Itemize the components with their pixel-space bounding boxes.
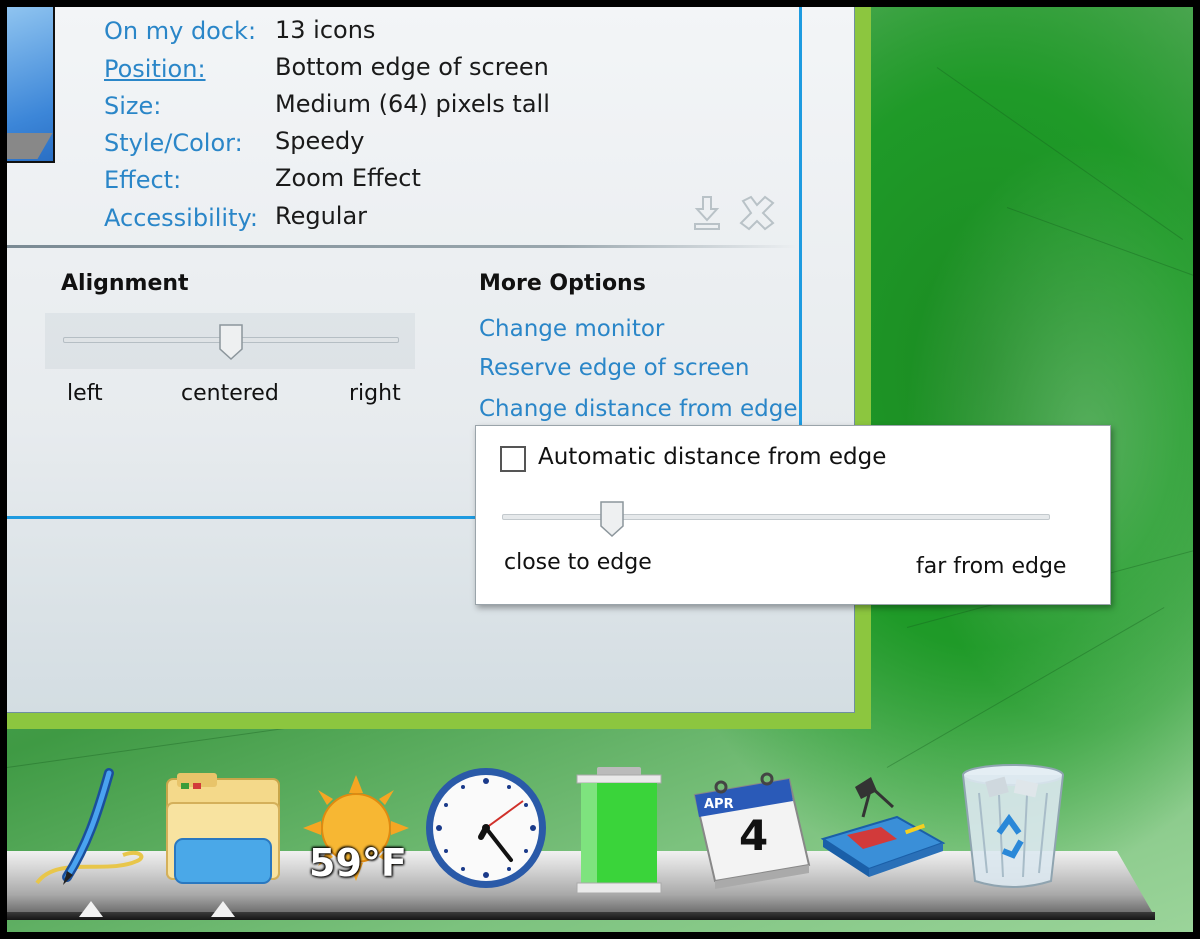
- close-to-edge-label: close to edge: [504, 550, 652, 575]
- close-icon: [739, 195, 775, 231]
- remove-button[interactable]: [737, 193, 777, 233]
- calendar-month: APR: [704, 797, 734, 812]
- position-link[interactable]: Position:: [104, 55, 206, 83]
- effect-value: Zoom Effect: [275, 164, 421, 192]
- more-options-title: More Options: [479, 271, 646, 296]
- leaf-vein: [936, 67, 1184, 240]
- style-color-label[interactable]: Style/Color:: [104, 129, 243, 157]
- calendar-day: 4: [739, 811, 769, 860]
- effect-label[interactable]: Effect:: [104, 166, 181, 194]
- settings-window-frame: On my dock: 13 icons Position: Bottom ed…: [7, 7, 871, 729]
- battery-icon[interactable]: [573, 767, 665, 895]
- running-indicator: [79, 901, 103, 917]
- alignment-right-label: right: [349, 381, 401, 406]
- download-button[interactable]: [691, 193, 723, 233]
- distance-slider-thumb[interactable]: [599, 500, 625, 538]
- on-my-dock-value: 13 icons: [275, 16, 376, 44]
- change-monitor-link[interactable]: Change monitor: [479, 316, 664, 342]
- desk-lamp-icon[interactable]: [819, 777, 947, 885]
- leaf-vein: [886, 607, 1165, 768]
- alignment-center-label: centered: [181, 381, 279, 406]
- settings-window: On my dock: 13 icons Position: Bottom ed…: [7, 7, 855, 713]
- accessibility-label[interactable]: Accessibility:: [104, 204, 258, 232]
- alignment-left-label: left: [67, 381, 103, 406]
- change-distance-link[interactable]: Change distance from edge: [479, 396, 797, 422]
- far-from-edge-label: far from edge: [916, 554, 1067, 579]
- leaf-vein: [1006, 207, 1193, 297]
- download-icon: [694, 196, 720, 230]
- folder-icon[interactable]: [163, 769, 285, 889]
- clock-icon[interactable]: [423, 765, 549, 891]
- style-color-value: Speedy: [275, 127, 365, 155]
- accessibility-value: Regular: [275, 202, 368, 230]
- section-divider: [7, 245, 797, 248]
- weather-temperature: 59°F: [309, 841, 407, 885]
- distance-popup: Automatic distance from edge close to ed…: [475, 425, 1111, 605]
- pen-icon[interactable]: [27, 765, 157, 895]
- alignment-title: Alignment: [61, 271, 189, 296]
- automatic-distance-checkbox[interactable]: [500, 446, 526, 472]
- position-value: Bottom edge of screen: [275, 53, 549, 81]
- automatic-distance-label[interactable]: Automatic distance from edge: [538, 444, 886, 470]
- size-value: Medium (64) pixels tall: [275, 90, 550, 118]
- desktop: On my dock: 13 icons Position: Bottom ed…: [0, 0, 1200, 939]
- alignment-slider[interactable]: [45, 313, 415, 369]
- recycle-bin-icon[interactable]: [959, 763, 1067, 893]
- reserve-edge-link[interactable]: Reserve edge of screen: [479, 355, 750, 381]
- alignment-slider-thumb[interactable]: [218, 323, 244, 361]
- preview-shape: [7, 133, 53, 159]
- dock-preview-thumbnail: [7, 7, 55, 163]
- distance-slider[interactable]: [502, 514, 1050, 520]
- on-my-dock-label: On my dock:: [104, 17, 257, 45]
- dock-shelf-edge: [7, 912, 1155, 920]
- size-label[interactable]: Size:: [104, 92, 161, 120]
- running-indicator: [211, 901, 235, 917]
